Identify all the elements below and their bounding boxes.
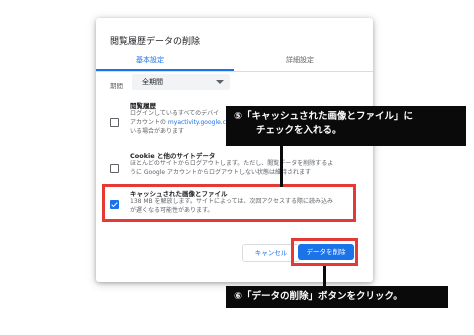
connector-line xyxy=(323,266,326,286)
callout-step5-line1: ⑤「キャッシュされた画像とファイル」に xyxy=(234,111,414,122)
chevron-down-icon xyxy=(216,80,224,84)
callout-step6-text: ⑥「データの削除」ボタンをクリック。 xyxy=(234,291,403,302)
connector-line xyxy=(280,143,283,187)
cookies-checkbox[interactable] xyxy=(110,164,119,173)
browsing-history-checkbox[interactable] xyxy=(110,118,119,127)
dialog-title: 閲覧履歴データの削除 xyxy=(110,37,201,47)
callout-step5-line2: チェックを入れる。 xyxy=(256,125,342,136)
tab-bar: 基本設定 詳細設定 xyxy=(96,52,373,71)
period-select[interactable]: 全期間 xyxy=(132,74,230,90)
period-value: 全期間 xyxy=(142,78,163,86)
option-desc-part: アカウントの xyxy=(130,119,168,126)
callout-step5: ⑤「キャッシュされた画像とファイル」に チェックを入れる。 xyxy=(226,106,466,146)
period-label: 期間 xyxy=(110,82,123,90)
tab-advanced[interactable]: 詳細設定 xyxy=(286,55,314,65)
callout-step6: ⑥「データの削除」ボタンをクリック。 xyxy=(226,286,448,308)
option-desc-line: ほとんどのサイトからログアウトします。ただし、閲覧データを削除するよ xyxy=(130,160,334,167)
option-desc-line: アカウントの myactivity.google.c xyxy=(130,118,226,127)
tabs-divider xyxy=(96,71,373,72)
option-cookies[interactable]: Cookie と他のサイトデータ ほとんどのサイトからログアウトします。ただし、… xyxy=(96,150,373,184)
highlight-frame-delete-button xyxy=(291,238,358,266)
highlight-frame-cached-images xyxy=(102,184,356,222)
option-desc-line: ログインしているすべてのデバイ xyxy=(130,110,220,117)
option-desc-line: いる場合があります xyxy=(130,128,185,135)
myactivity-link[interactable]: myactivity.google.c xyxy=(168,119,226,126)
option-desc-line: うに Google アカウントからログアウトしない状態は維持されます xyxy=(130,169,311,176)
tab-basic[interactable]: 基本設定 xyxy=(136,55,164,65)
